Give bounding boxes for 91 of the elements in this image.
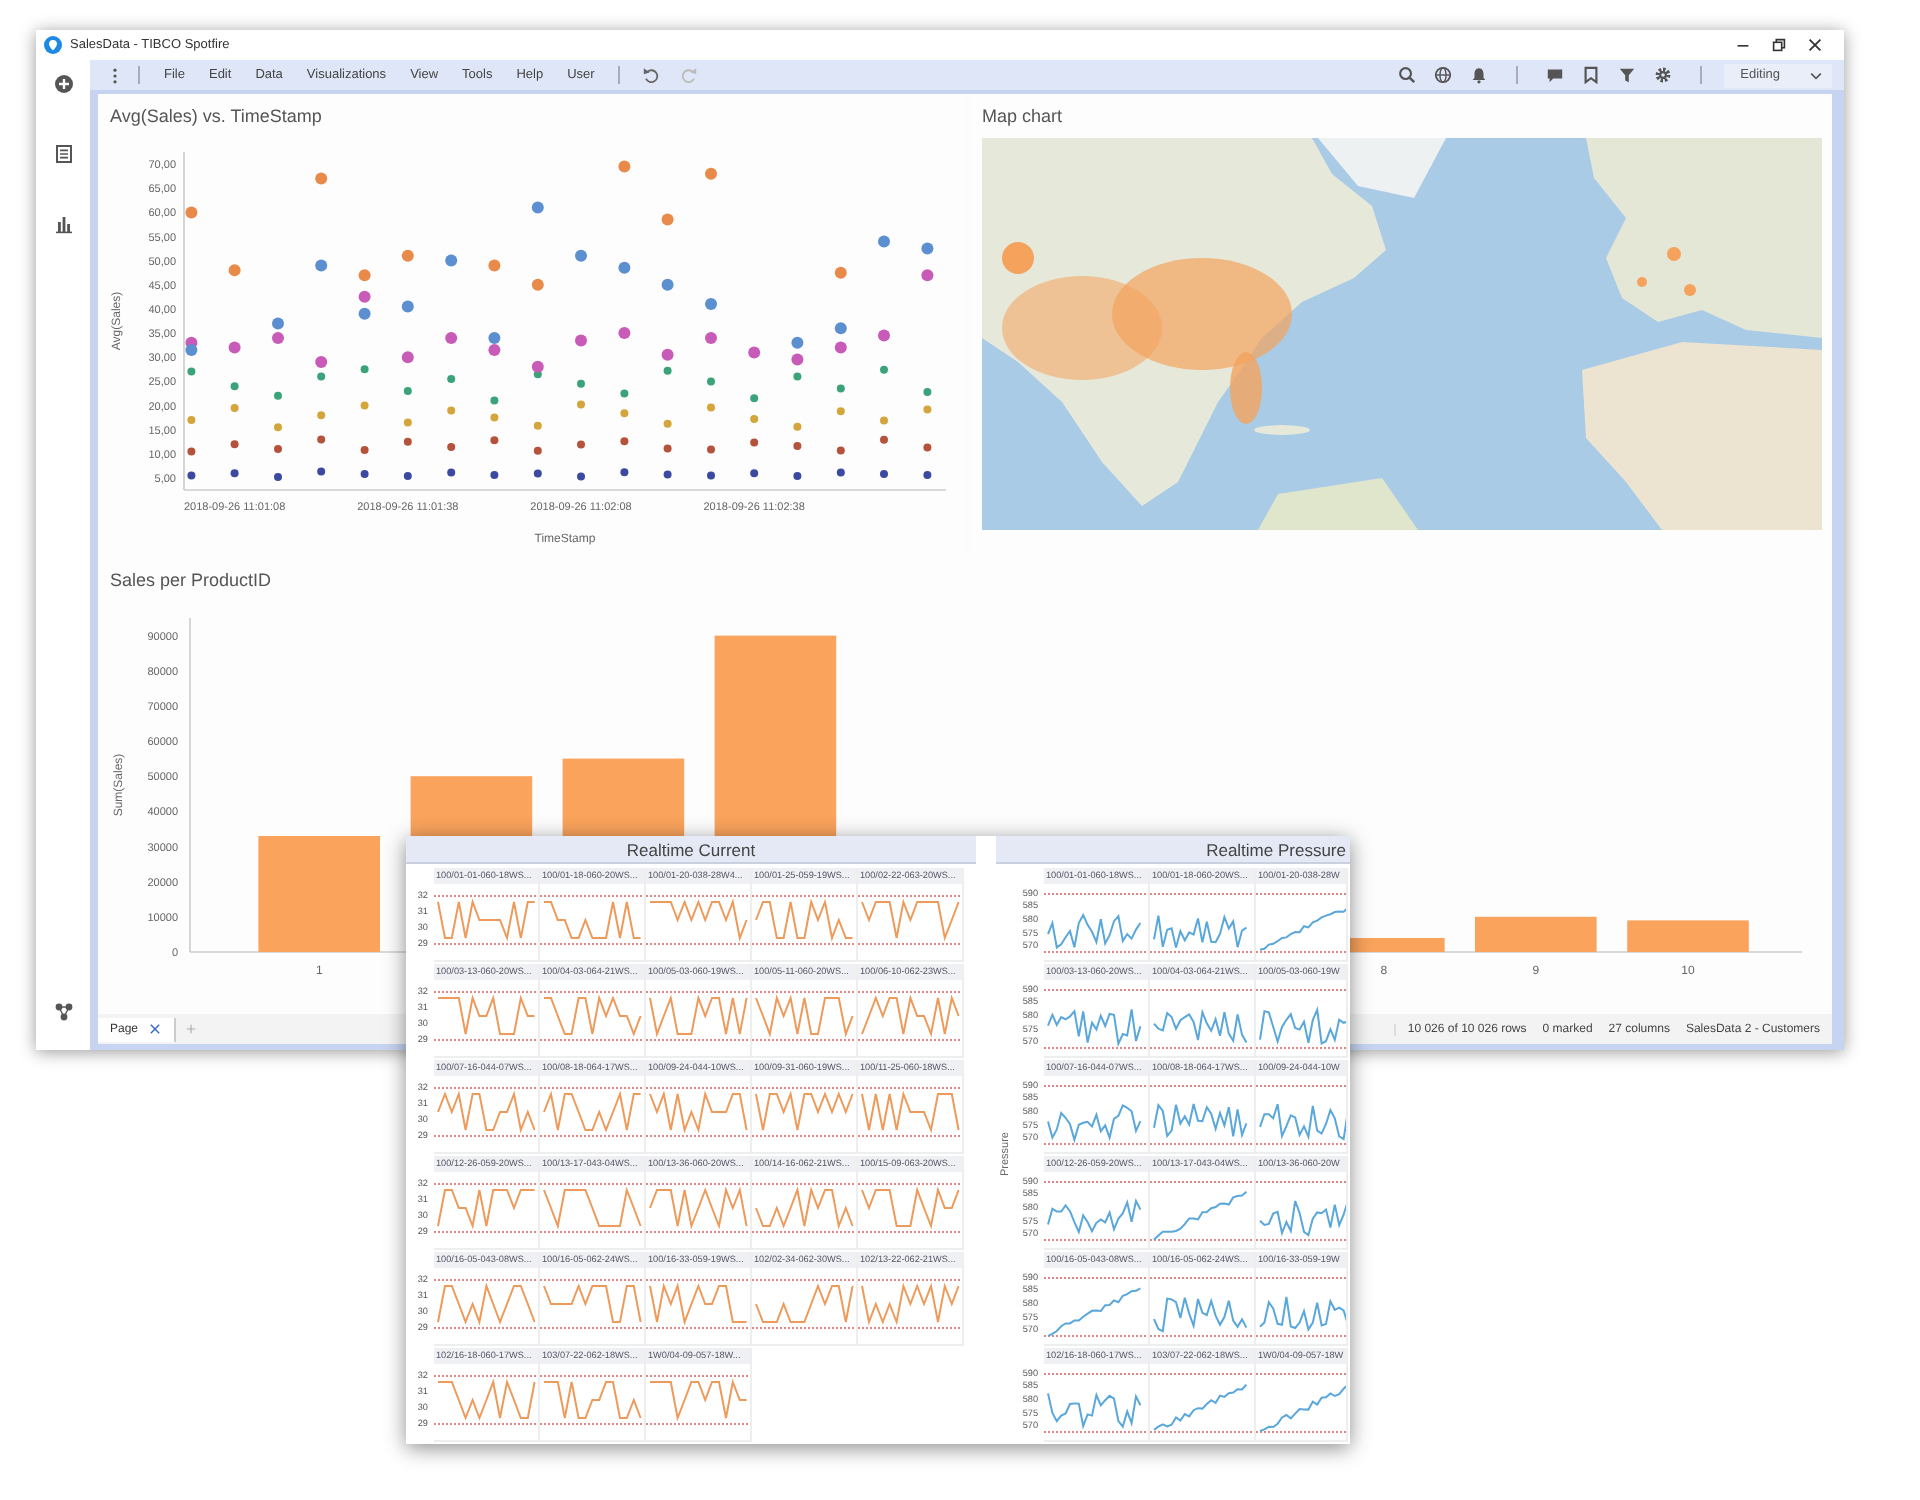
- data-point[interactable]: [793, 472, 802, 480]
- chart-title: Map chart: [980, 104, 1065, 130]
- data-point[interactable]: [620, 437, 629, 446]
- data-point[interactable]: [620, 468, 629, 477]
- nodes-icon[interactable]: [53, 1002, 73, 1022]
- data-point[interactable]: [750, 438, 759, 447]
- data-point[interactable]: [358, 290, 371, 303]
- data-point[interactable]: [272, 332, 284, 344]
- settings-icon[interactable]: [1654, 66, 1673, 84]
- data-point[interactable]: [403, 437, 412, 446]
- data-point[interactable]: [187, 447, 196, 456]
- data-point[interactable]: [490, 471, 499, 479]
- data-point[interactable]: [274, 473, 282, 481]
- search-icon[interactable]: [1398, 66, 1417, 84]
- data-point[interactable]: [748, 346, 761, 359]
- data-point[interactable]: [880, 470, 888, 478]
- data-point[interactable]: [317, 467, 326, 476]
- data-point[interactable]: [793, 442, 802, 450]
- data-point[interactable]: [663, 470, 672, 479]
- data-point[interactable]: [403, 472, 412, 480]
- data-point[interactable]: [575, 334, 587, 347]
- data-point[interactable]: [923, 471, 932, 479]
- data-point[interactable]: [274, 445, 282, 453]
- data-point[interactable]: [531, 360, 544, 373]
- data-point[interactable]: [707, 471, 715, 480]
- data-point[interactable]: [923, 443, 932, 452]
- data-point[interactable]: [836, 446, 845, 455]
- data-point[interactable]: [834, 322, 847, 335]
- data-point[interactable]: [705, 298, 717, 310]
- data-point[interactable]: [750, 469, 759, 478]
- data-point[interactable]: [317, 435, 326, 444]
- data-point[interactable]: [880, 435, 888, 444]
- data-point[interactable]: [272, 317, 284, 330]
- data-point[interactable]: [705, 332, 717, 344]
- data-point[interactable]: [661, 278, 674, 291]
- caret-icon: [1808, 67, 1824, 83]
- bookmark-icon[interactable]: [1582, 66, 1601, 84]
- data-point[interactable]: [401, 351, 414, 364]
- data-point[interactable]: [577, 472, 585, 481]
- data-point[interactable]: [661, 348, 674, 361]
- data-point[interactable]: [185, 344, 198, 356]
- data-point[interactable]: [663, 444, 672, 453]
- data-point[interactable]: [445, 332, 458, 344]
- chart-title: Avg(Sales) vs. TimeStamp: [108, 104, 324, 130]
- panel-title: Realtime Pressure: [996, 836, 1350, 864]
- data-point[interactable]: [230, 440, 239, 449]
- data-point[interactable]: [488, 344, 501, 356]
- restore-icon[interactable]: [1770, 36, 1788, 54]
- data-point[interactable]: [315, 259, 328, 272]
- add-icon[interactable]: [53, 74, 73, 94]
- bell-icon[interactable]: [1470, 66, 1489, 84]
- data-point[interactable]: [401, 300, 414, 313]
- data-point[interactable]: [531, 201, 544, 214]
- data-point[interactable]: [577, 440, 585, 449]
- add-icon: [184, 1022, 199, 1036]
- data-point[interactable]: [187, 471, 196, 480]
- globe-icon[interactable]: [1434, 66, 1453, 84]
- data-point[interactable]: [921, 242, 934, 255]
- document-icon[interactable]: [53, 144, 73, 164]
- data-point[interactable]: [791, 353, 804, 366]
- data-point[interactable]: [228, 341, 241, 354]
- data-point[interactable]: [230, 469, 239, 478]
- close-icon[interactable]: [148, 1022, 163, 1036]
- chart-title: Sales per ProductID: [108, 568, 274, 594]
- data-point[interactable]: [488, 332, 501, 344]
- data-point[interactable]: [447, 443, 456, 451]
- data-point[interactable]: [315, 356, 328, 368]
- data-point[interactable]: [360, 446, 369, 454]
- app-logo-icon: [44, 36, 62, 54]
- data-point[interactable]: [878, 329, 890, 342]
- data-point[interactable]: [490, 436, 499, 445]
- data-point[interactable]: [445, 254, 458, 267]
- data-point[interactable]: [878, 235, 890, 248]
- data-point[interactable]: [836, 468, 845, 477]
- data-point[interactable]: [618, 261, 631, 274]
- data-point[interactable]: [358, 307, 371, 320]
- data-point[interactable]: [533, 469, 542, 478]
- bar-chart-icon[interactable]: [53, 214, 73, 234]
- comment-icon[interactable]: [1546, 66, 1565, 84]
- data-point[interactable]: [791, 336, 804, 349]
- data-point[interactable]: [618, 327, 631, 339]
- data-point[interactable]: [575, 249, 587, 262]
- data-point[interactable]: [707, 445, 715, 454]
- data-point[interactable]: [533, 446, 542, 455]
- close-icon[interactable]: [1806, 36, 1824, 54]
- data-point[interactable]: [921, 269, 934, 282]
- data-point[interactable]: [360, 470, 369, 478]
- data-point[interactable]: [834, 341, 847, 354]
- filter-icon[interactable]: [1618, 66, 1637, 84]
- data-point[interactable]: [447, 468, 456, 477]
- panel-title: Realtime Current: [406, 836, 976, 864]
